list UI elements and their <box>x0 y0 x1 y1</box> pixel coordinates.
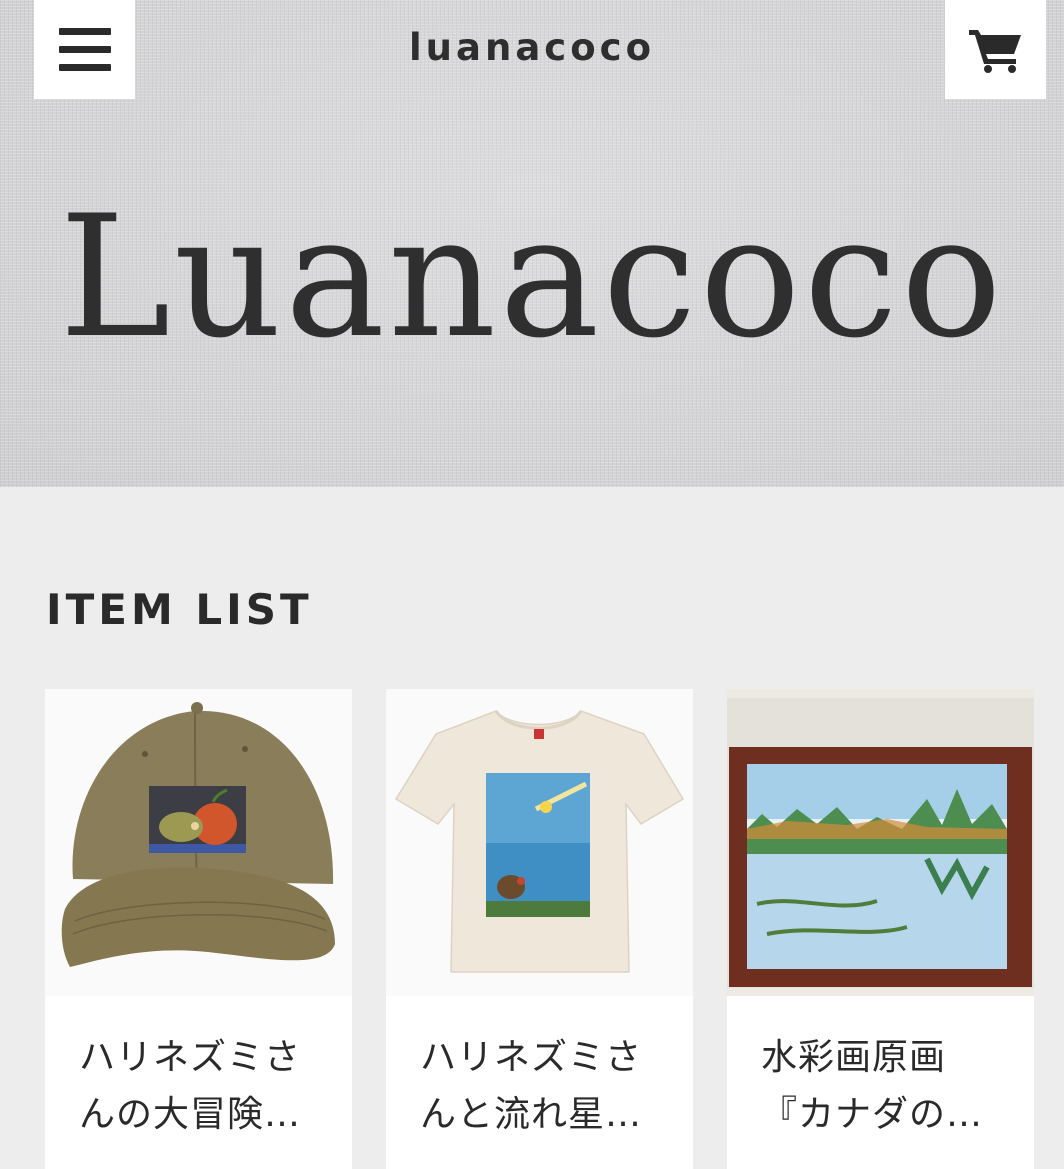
item-card[interactable]: ハリネズミさ んの大冒険… <box>45 689 352 1169</box>
page: luanacoco Luanacoco ITEM LIST ハリネズミさ んの大… <box>0 0 1064 1169</box>
item-title-line: ハリネズミさ <box>79 1037 302 1078</box>
item-title[interactable]: 水彩画原画 『カナダの… <box>761 1029 1011 1143</box>
item-image-watercolor[interactable] <box>727 689 1034 996</box>
item-image-tshirt[interactable] <box>386 689 693 996</box>
shopping-cart-icon <box>968 29 1021 73</box>
item-title[interactable]: ハリネズミさ んの大冒険… <box>79 1029 329 1143</box>
section-title: ITEM LIST <box>46 585 313 634</box>
store-logo[interactable]: Luanacoco <box>0 182 1064 372</box>
item-card[interactable]: ハリネズミさ んと流れ星… <box>386 689 693 1169</box>
item-title-line: 『カナダの… <box>761 1094 984 1135</box>
item-title[interactable]: ハリネズミさ んと流れ星… <box>420 1029 670 1143</box>
cart-button[interactable] <box>945 0 1046 99</box>
item-title-line: 水彩画原画 <box>761 1037 947 1078</box>
header-hero: luanacoco Luanacoco <box>0 0 1064 487</box>
item-card[interactable]: 水彩画原画 『カナダの… <box>727 689 1034 1169</box>
item-title-line: んの大冒険… <box>79 1094 302 1135</box>
item-title-line: んと流れ星… <box>420 1094 643 1135</box>
item-title-line: ハリネズミさ <box>420 1037 643 1078</box>
item-image-cap[interactable] <box>45 689 352 996</box>
site-name[interactable]: luanacoco <box>0 26 1064 69</box>
